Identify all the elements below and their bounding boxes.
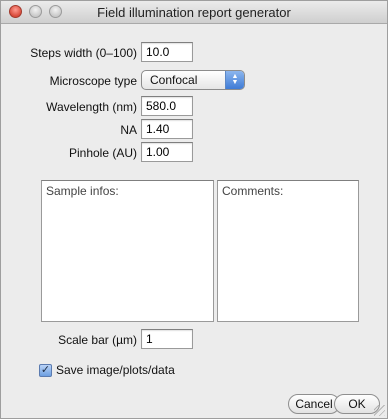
- microscope-type-value: Confocal: [150, 73, 198, 87]
- cancel-button[interactable]: Cancel: [288, 394, 340, 414]
- scale-bar-label: Scale bar (µm): [58, 333, 137, 347]
- title-bar: Field illumination report generator: [1, 1, 387, 24]
- steps-width-label: Steps width (0–100): [30, 46, 137, 60]
- save-image-label[interactable]: Save image/plots/data: [56, 363, 175, 377]
- select-stepper-icon: ▲ ▼: [225, 71, 244, 89]
- comments-textarea[interactable]: Comments:: [217, 180, 359, 322]
- wavelength-label: Wavelength (nm): [46, 100, 137, 114]
- steps-width-field[interactable]: 10.0: [141, 42, 193, 62]
- checkbox-icon[interactable]: ✓: [39, 364, 52, 377]
- dialog-window: Field illumination report generator Step…: [0, 0, 388, 419]
- microscope-type-label: Microscope type: [49, 74, 137, 88]
- window-title: Field illumination report generator: [97, 5, 291, 20]
- na-field[interactable]: 1.40: [141, 119, 193, 139]
- pinhole-label: Pinhole (AU): [68, 146, 137, 160]
- na-label: NA: [120, 123, 137, 137]
- wavelength-field[interactable]: 580.0: [141, 96, 193, 116]
- scale-bar-field[interactable]: 1: [141, 329, 193, 349]
- sample-infos-textarea[interactable]: Sample infos:: [41, 180, 214, 322]
- resize-grip-icon[interactable]: [374, 405, 385, 416]
- microscope-type-select[interactable]: Confocal ▲ ▼: [141, 70, 245, 90]
- pinhole-field[interactable]: 1.00: [141, 142, 193, 162]
